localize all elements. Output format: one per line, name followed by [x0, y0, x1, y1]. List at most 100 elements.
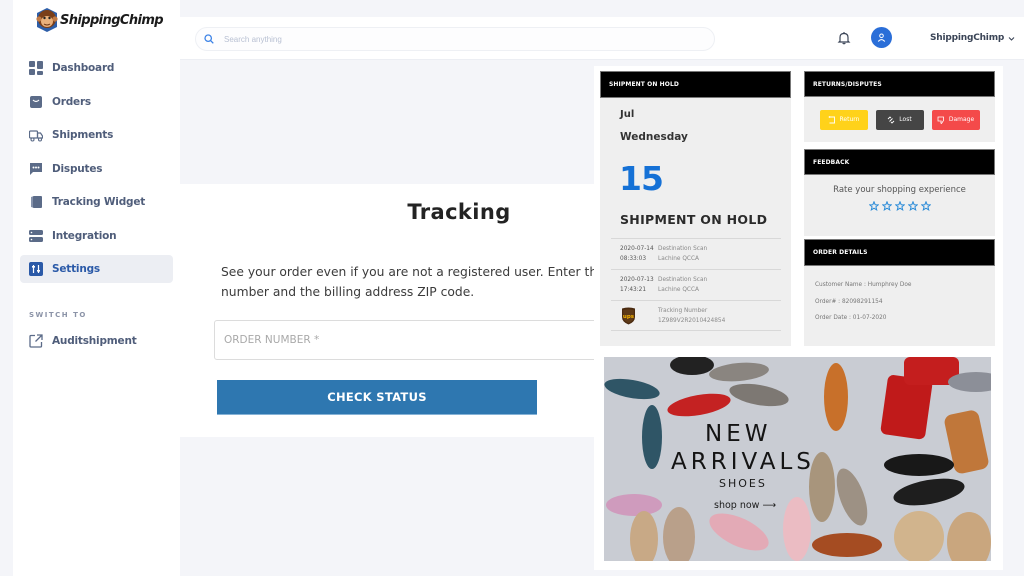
- panel-body: Jul Wednesday 15 SHIPMENT ON HOLD 2020-0…: [600, 98, 791, 346]
- star-icon[interactable]: [881, 201, 892, 211]
- lost-button[interactable]: Lost: [875, 109, 924, 130]
- event-time: 08:33:03: [620, 256, 647, 262]
- panel-header: FEEDBACK: [804, 149, 995, 175]
- description-line-2: number and the billing address ZIP code.: [221, 285, 475, 299]
- star-rating: [804, 201, 995, 211]
- banner-title-line2: ARRIVALS: [671, 449, 815, 475]
- tracking-number-row: ups Tracking Number 1Z989V2R2010424854: [611, 300, 781, 331]
- new-arrivals-banner[interactable]: NEW ARRIVALS SHOES shop now ⟶: [604, 357, 991, 561]
- panel-body: Return Lost Damage: [804, 97, 995, 142]
- chevron-down-icon: [1008, 36, 1015, 41]
- shipment-on-hold-panel: SHIPMENT ON HOLD Jul Wednesday 15 SHIPME…: [600, 71, 791, 346]
- sidebar-item-disputes[interactable]: Disputes: [20, 155, 173, 183]
- sidebar-nav: Dashboard Orders Shipments Disputes Trac…: [20, 54, 173, 289]
- server-icon: [29, 229, 43, 243]
- order-date: Order Date : 01-07-2020: [815, 315, 887, 321]
- panel-header: RETURNS/DISPUTES: [804, 71, 995, 97]
- sidebar: ShippingChimp Dashboard Orders Shipments: [13, 0, 180, 576]
- sidebar-item-integration[interactable]: Integration: [20, 222, 173, 250]
- sidebar-item-auditshipment[interactable]: Auditshipment: [20, 327, 173, 355]
- brand[interactable]: ShippingChimp: [35, 7, 164, 33]
- tracking-event-row: 2020-07-13 17:43:21 Destination Scan Lac…: [611, 269, 781, 300]
- dashboard-icon: [29, 61, 43, 75]
- top-bar: ShippingChimp: [180, 17, 1024, 60]
- sidebar-item-shipments[interactable]: Shipments: [20, 121, 173, 149]
- order-number-input[interactable]: [214, 320, 604, 360]
- sidebar-item-label: Integration: [52, 229, 117, 242]
- switch-nav: Auditshipment: [20, 327, 173, 361]
- chimp-logo-icon: [36, 8, 58, 32]
- order-number: Order# : 82098291154: [815, 298, 883, 305]
- feedback-prompt: Rate your shopping experience: [833, 185, 966, 195]
- sidebar-item-label: Settings: [52, 263, 100, 275]
- search-input[interactable]: [224, 34, 704, 44]
- damage-button[interactable]: Damage: [931, 109, 980, 130]
- event-info: Destination Scan Lachine QCCA: [658, 275, 707, 295]
- truck-icon: [29, 128, 43, 142]
- shop-now-link[interactable]: shop now ⟶: [714, 500, 776, 511]
- svg-text:ups: ups: [623, 314, 635, 320]
- return-icon: [827, 115, 835, 123]
- notification-bell-icon[interactable]: [837, 31, 851, 45]
- event-datetime: 2020-07-13 17:43:21: [611, 275, 658, 295]
- hold-month: Jul: [620, 109, 635, 120]
- event-name: Destination Scan: [658, 246, 708, 252]
- sidebar-item-label: Shipments: [52, 129, 114, 141]
- sidebar-item-orders[interactable]: Orders: [20, 88, 173, 116]
- avatar[interactable]: [871, 27, 892, 48]
- lost-label: Lost: [899, 116, 912, 123]
- tracking-events: 2020-07-14 08:33:03 Destination Scan Lac…: [611, 238, 781, 331]
- star-icon[interactable]: [907, 201, 918, 211]
- customer-name: Customer Name : Humphrey Doe: [815, 282, 912, 288]
- tracking-card: Tracking See your order even if you are …: [180, 184, 641, 437]
- check-status-button[interactable]: CHECK STATUS: [217, 380, 537, 415]
- sidebar-item-label: Dashboard: [52, 62, 115, 74]
- return-label: Return: [839, 116, 860, 123]
- event-date: 2020-07-14: [620, 246, 654, 252]
- sidebar-item-label: Disputes: [52, 162, 103, 175]
- panel-header: ORDER DETAILS: [804, 239, 995, 266]
- hold-weekday: Wednesday: [620, 131, 688, 143]
- widget-icon: [29, 195, 43, 209]
- app: ShippingChimp Dashboard Orders Shipments: [0, 0, 1024, 576]
- order-details-panel: ORDER DETAILS Customer Name : Humphrey D…: [804, 239, 995, 346]
- description-line-1: See your order even if you are not a reg…: [221, 265, 641, 279]
- sidebar-item-settings[interactable]: Settings: [20, 255, 173, 283]
- return-button[interactable]: Return: [819, 109, 868, 130]
- sidebar-item-tracking-widget[interactable]: Tracking Widget: [20, 188, 173, 216]
- tracking-number-info: Tracking Number 1Z989V2R2010424854: [658, 306, 725, 326]
- event-location: Lachine QCCA: [658, 256, 699, 262]
- banner-subtitle: SHOES: [719, 477, 767, 490]
- sidebar-item-label: Orders: [52, 95, 91, 108]
- event-name: Destination Scan: [658, 277, 708, 283]
- feedback-panel: FEEDBACK Rate your shopping experience: [804, 149, 995, 236]
- event-datetime: 2020-07-14 08:33:03: [611, 244, 658, 264]
- tracking-widget-preview: SHIPMENT ON HOLD Jul Wednesday 15 SHIPME…: [594, 66, 1003, 570]
- ups-logo-icon: ups: [622, 307, 635, 324]
- user-name: ShippingChimp: [930, 33, 1005, 43]
- switch-to-heading: SWITCH TO: [29, 311, 87, 319]
- chat-icon: [29, 162, 43, 176]
- tracking-number-value: 1Z989V2R2010424854: [658, 317, 726, 324]
- search-box[interactable]: [195, 27, 715, 51]
- tracking-number-label: Tracking Number: [658, 307, 708, 314]
- user-menu[interactable]: ShippingChimp: [930, 33, 1015, 43]
- thumbs-down-icon: [937, 116, 944, 124]
- event-info: Destination Scan Lachine QCCA: [658, 244, 707, 264]
- star-icon[interactable]: [920, 201, 931, 211]
- banner-title-line1: NEW: [705, 421, 772, 447]
- hold-status: SHIPMENT ON HOLD: [620, 212, 768, 227]
- user-icon: [877, 33, 886, 42]
- sidebar-item-dashboard[interactable]: Dashboard: [20, 54, 173, 82]
- star-icon[interactable]: [868, 201, 879, 211]
- event-time: 17:43:21: [620, 287, 647, 293]
- panel-header: SHIPMENT ON HOLD: [600, 71, 791, 98]
- event-date: 2020-07-13: [620, 277, 654, 283]
- star-icon[interactable]: [894, 201, 905, 211]
- hold-day-number: 15: [619, 159, 664, 198]
- sidebar-item-label: Tracking Widget: [52, 196, 146, 208]
- tracking-description: See your order even if you are not a reg…: [221, 262, 641, 302]
- orders-icon: [29, 95, 43, 109]
- returns-disputes-panel: RETURNS/DISPUTES Return Lost Damage: [804, 71, 995, 142]
- broken-link-icon: [887, 115, 895, 124]
